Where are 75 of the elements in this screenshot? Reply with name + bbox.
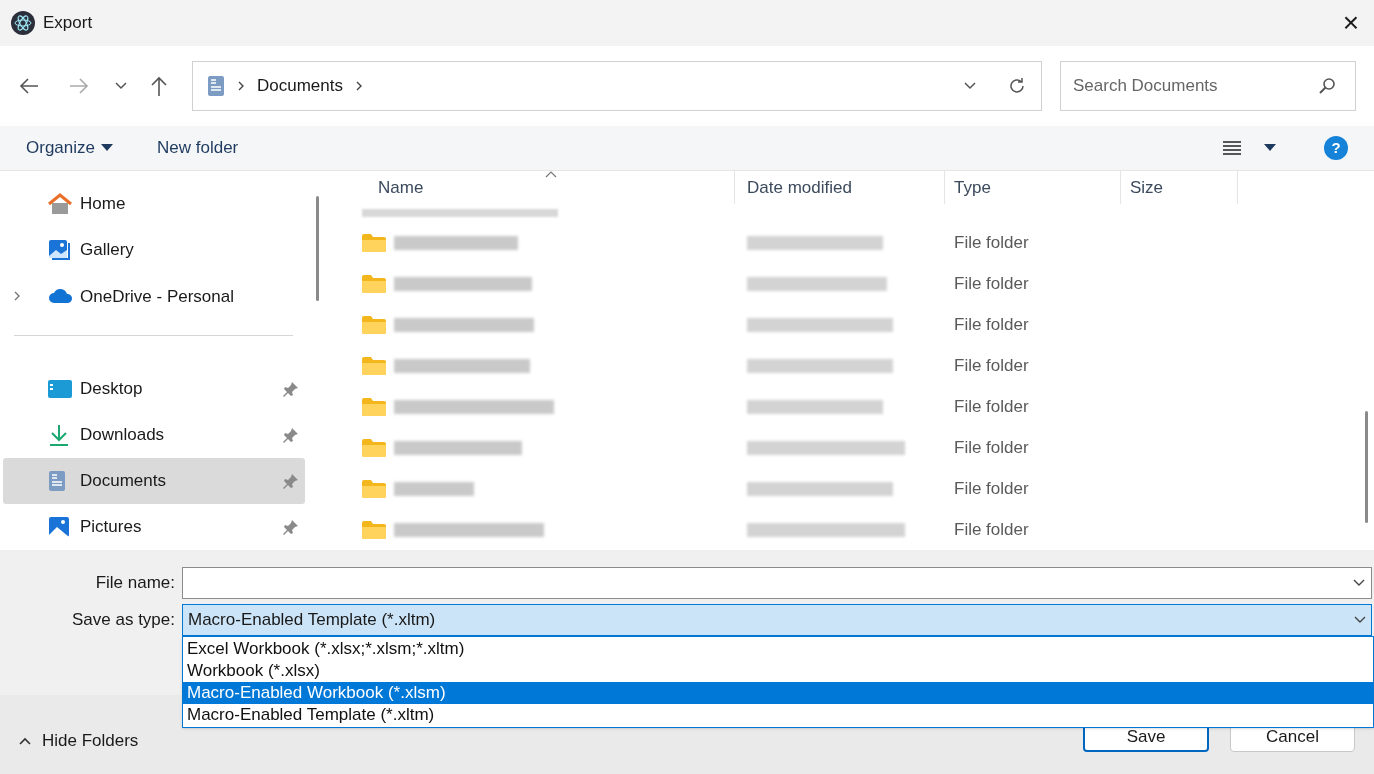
- view-list-icon[interactable]: [1222, 140, 1242, 156]
- folder-icon: [362, 397, 386, 416]
- scrollbar-thumb[interactable]: [1365, 411, 1368, 523]
- folder-icon: [362, 438, 386, 457]
- chevron-down-icon[interactable]: [114, 81, 128, 91]
- table-cell: File folder: [954, 355, 1029, 375]
- folder-icon: [362, 479, 386, 498]
- caret-icon[interactable]: [1264, 144, 1276, 152]
- gallery-icon: [48, 239, 72, 262]
- document-icon: [48, 469, 66, 492]
- sidebar-item[interactable]: Pictures: [3, 503, 305, 550]
- column-header[interactable]: Date modified: [735, 171, 945, 205]
- chevron-right-icon: [237, 80, 245, 92]
- sort-caret-icon: [545, 171, 557, 178]
- help-button[interactable]: ?: [1324, 136, 1348, 160]
- table-cell: File folder: [954, 273, 1029, 293]
- sidebar-item[interactable]: Documents: [3, 457, 305, 504]
- dropdown-option[interactable]: Macro-Enabled Workbook (*.xlsm): [183, 682, 1373, 704]
- chevron-up-icon: [18, 735, 32, 746]
- column-header[interactable]: Name: [330, 171, 735, 205]
- file-name-field[interactable]: [182, 567, 1372, 599]
- forward-icon[interactable]: [68, 77, 90, 95]
- folder-icon: [362, 520, 386, 539]
- folder-icon: [362, 233, 386, 252]
- window-title: Export: [43, 12, 93, 35]
- home-icon: [48, 193, 72, 216]
- table-cell: File folder: [954, 232, 1029, 252]
- search-field[interactable]: Search Documents: [1060, 61, 1356, 111]
- folder-icon: [362, 274, 386, 293]
- pin-icon[interactable]: [283, 472, 299, 489]
- chevron-down-icon: [1352, 578, 1366, 588]
- sidebar-item[interactable]: Desktop: [3, 365, 305, 412]
- refresh-icon[interactable]: [1007, 76, 1027, 96]
- save-as-type-dropdown[interactable]: Macro-Enabled Template (*.xltm): [182, 604, 1372, 636]
- search-icon: [1318, 77, 1336, 95]
- back-icon[interactable]: [18, 77, 40, 95]
- dropdown-option[interactable]: Workbook (*.xlsx): [183, 660, 1373, 682]
- table-cell: File folder: [954, 396, 1029, 416]
- scrollbar-thumb[interactable]: [316, 196, 319, 301]
- folder-icon: [362, 356, 386, 375]
- hide-folders-button[interactable]: Hide Folders: [18, 728, 139, 754]
- column-header[interactable]: Type: [945, 171, 1121, 205]
- download-icon: [48, 423, 70, 446]
- save-as-type-label: Save as type:: [71, 609, 175, 632]
- chevron-down-icon: [1353, 615, 1367, 625]
- caret-icon: [101, 144, 113, 152]
- sidebar-item[interactable]: Home: [3, 181, 305, 228]
- app-logo-icon: [11, 11, 35, 35]
- close-button[interactable]: ×: [1338, 9, 1363, 37]
- pin-icon[interactable]: [283, 426, 299, 443]
- new-folder-button[interactable]: New folder: [157, 135, 239, 161]
- document-icon: [207, 75, 225, 97]
- cloud-icon: [48, 288, 74, 305]
- up-arrow-icon[interactable]: [150, 75, 168, 97]
- dropdown-option[interactable]: Excel Workbook (*.xlsx;*.xlsm;*.xltm): [183, 638, 1373, 660]
- pin-icon[interactable]: [283, 518, 299, 535]
- sidebar-item[interactable]: Gallery: [3, 227, 305, 274]
- file-name-label: File name:: [94, 572, 175, 595]
- chevron-right-icon: [355, 80, 363, 92]
- chevron-right-icon[interactable]: [12, 290, 21, 303]
- table-cell: File folder: [954, 314, 1029, 334]
- pin-icon[interactable]: [283, 380, 299, 397]
- table-cell: File folder: [954, 437, 1029, 457]
- sidebar-item[interactable]: OneDrive - Personal: [3, 273, 305, 320]
- column-header[interactable]: Size: [1121, 171, 1238, 205]
- chevron-down-icon[interactable]: [963, 81, 977, 91]
- folder-icon: [362, 315, 386, 334]
- desktop-icon: [48, 379, 72, 398]
- picture-icon: [48, 515, 70, 538]
- breadcrumb-link[interactable]: Documents: [257, 73, 343, 99]
- table-cell: File folder: [954, 519, 1029, 539]
- address-bar[interactable]: Documents: [192, 61, 1042, 111]
- organize-button[interactable]: Organize: [26, 135, 113, 161]
- sidebar-item[interactable]: Downloads: [3, 411, 305, 458]
- table-cell: File folder: [954, 478, 1029, 498]
